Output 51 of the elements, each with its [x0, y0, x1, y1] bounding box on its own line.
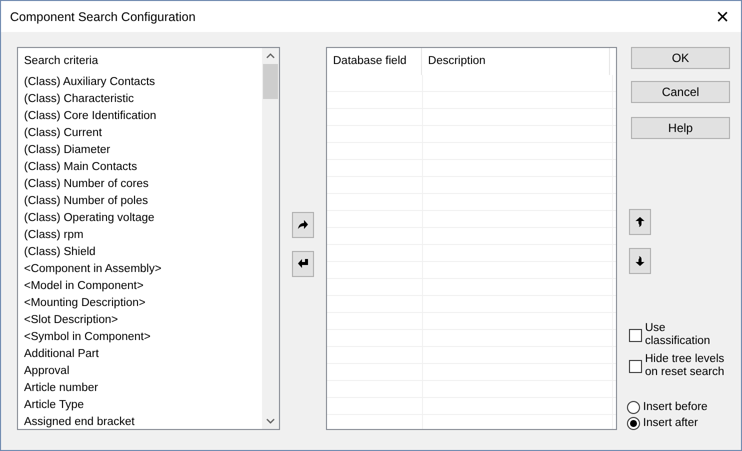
criteria-list[interactable] — [17, 47, 280, 430]
checkbox-label: Hide tree levels on reset search — [645, 353, 726, 379]
list-item[interactable]: Approval — [24, 363, 70, 380]
list-item[interactable]: (Class) Main Contacts — [24, 159, 138, 176]
scroll-down-icon[interactable] — [266, 418, 275, 424]
list-item[interactable]: Article number — [24, 380, 98, 397]
column-header[interactable]: Description — [422, 48, 610, 75]
curved-arrow-right-icon — [297, 219, 309, 231]
list-item[interactable]: (Class) Number of cores — [24, 176, 149, 193]
radio-label: Insert after — [643, 417, 699, 430]
radio-label: Insert before — [643, 401, 709, 414]
list-item[interactable]: (Class) Number of poles — [24, 193, 148, 210]
move-down-button[interactable] — [629, 248, 651, 274]
dialog-button[interactable]: OK — [631, 47, 730, 69]
column-header[interactable]: Database field — [327, 48, 422, 75]
list-item[interactable]: <Component in Assembly> — [24, 261, 162, 278]
radio-button[interactable] — [627, 417, 640, 430]
dialog-button[interactable]: Help — [631, 117, 730, 139]
checkbox-label: Use classification — [645, 322, 712, 348]
list-item[interactable]: <Mounting Description> — [24, 295, 146, 312]
list-item[interactable]: (Class) Auxiliary Contacts — [24, 74, 156, 91]
dialog-button[interactable]: Cancel — [631, 81, 730, 103]
list-item[interactable]: (Class) Operating voltage — [24, 210, 154, 227]
arrow-down-icon — [634, 255, 646, 267]
list-item[interactable]: <Symbol in Component> — [24, 329, 151, 346]
list-item[interactable]: (Class) Diameter — [24, 142, 110, 159]
list-item[interactable]: Article Type — [24, 397, 84, 414]
scroll-thumb[interactable] — [263, 64, 278, 99]
list-item[interactable]: (Class) Shield — [24, 244, 96, 261]
radio-button[interactable] — [627, 401, 640, 414]
list-header: Search criteria — [24, 54, 100, 69]
arrow-left-icon — [297, 258, 309, 270]
close-button[interactable]: × — [712, 6, 733, 28]
list-item[interactable]: Additional Part — [24, 346, 99, 363]
add-button[interactable] — [292, 212, 314, 238]
checkbox[interactable] — [629, 328, 642, 342]
list-item[interactable]: (Class) Core Identification — [24, 108, 156, 125]
scroll-up-icon[interactable] — [266, 53, 275, 59]
window-title: Component Search Configuration — [10, 10, 196, 24]
list-item[interactable]: (Class) Characteristic — [24, 91, 134, 108]
list-item[interactable]: Assigned end bracket — [24, 414, 135, 429]
checkbox[interactable] — [629, 360, 642, 372]
arrow-up-icon — [634, 216, 646, 228]
fields-table[interactable]: Database field Description — [326, 47, 617, 430]
list-item[interactable]: (Class) Current — [24, 125, 102, 142]
scrollbar[interactable] — [262, 48, 279, 429]
move-up-button[interactable] — [629, 209, 651, 235]
remove-button[interactable] — [292, 251, 314, 277]
list-item[interactable]: <Model in Component> — [24, 278, 144, 295]
list-item[interactable]: <Slot Description> — [24, 312, 118, 329]
list-item[interactable]: (Class) rpm — [24, 227, 84, 244]
